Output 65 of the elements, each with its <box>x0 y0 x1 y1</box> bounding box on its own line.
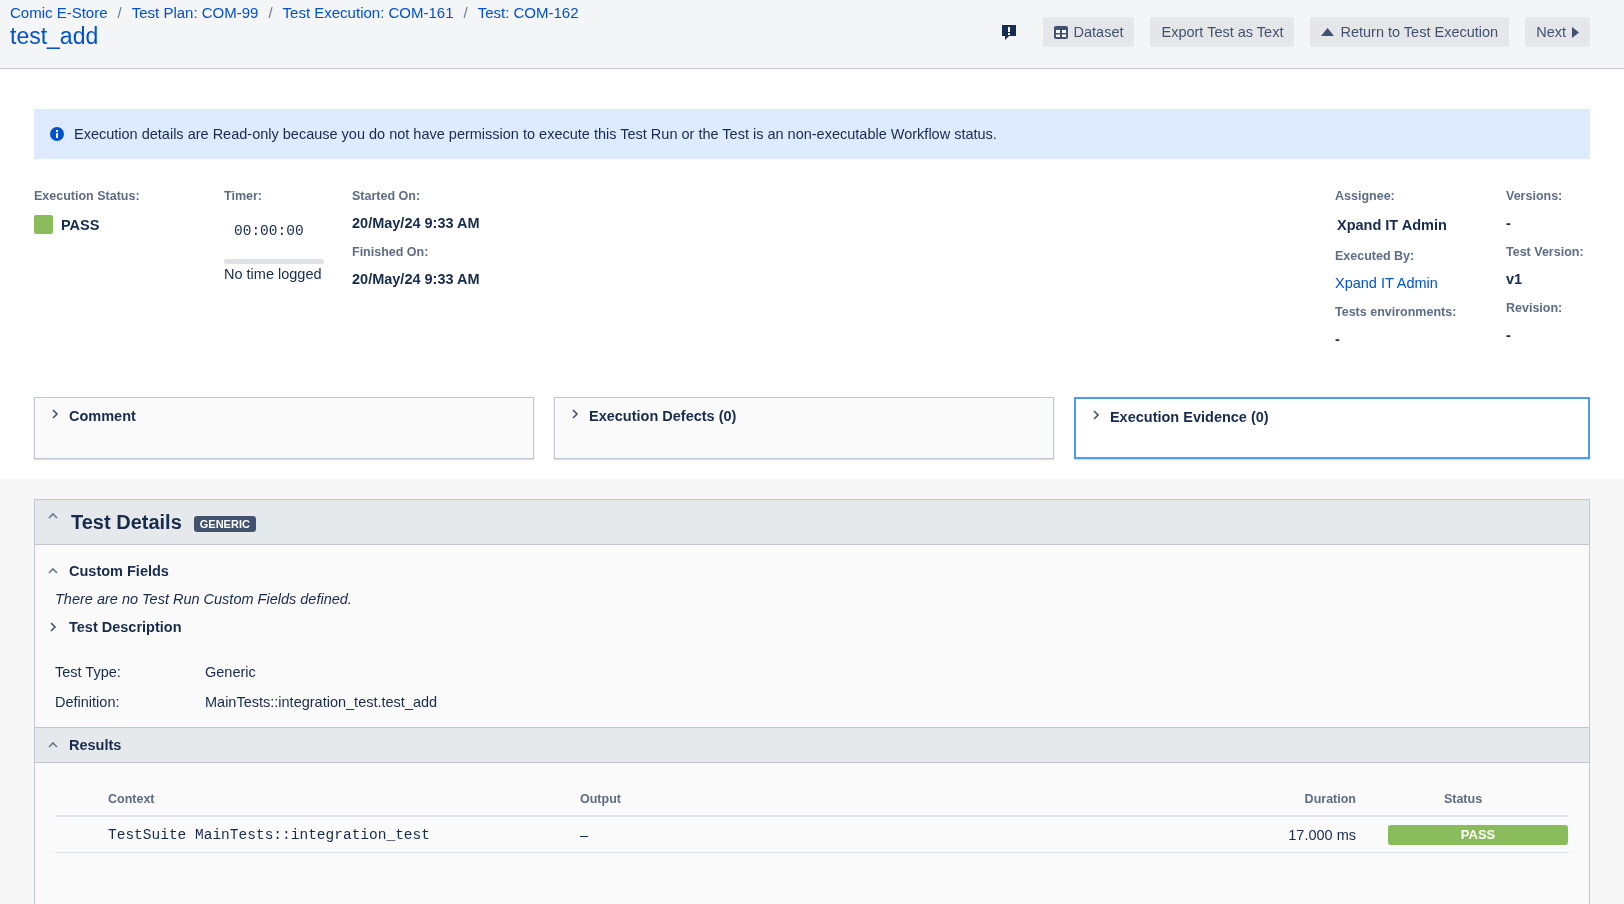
breadcrumb-separator: / <box>268 4 273 21</box>
page-title: test_add <box>10 23 100 50</box>
table-cell: 17.000 ms <box>875 816 1357 853</box>
field-label: Test Version: <box>1506 245 1585 259</box>
field-label: Test Type: <box>55 664 122 680</box>
section-title[interactable]: Custom Fields <box>69 563 169 579</box>
field-value: v1 <box>1506 271 1524 287</box>
field-label: Versions: <box>1506 189 1564 203</box>
table-icon <box>1053 25 1068 39</box>
collapsible-panel[interactable]: Execution Defects (0) <box>553 397 1054 459</box>
field-label: Assignee: <box>1335 189 1396 203</box>
chevron-icon <box>49 408 61 420</box>
field-label: Executed By: <box>1335 249 1416 263</box>
column-header: Duration <box>875 783 1357 816</box>
chevron-icon <box>47 621 59 633</box>
field-label: Finished On: <box>352 245 430 259</box>
breadcrumb-separator: / <box>117 4 122 21</box>
table-cell: TestSuite MainTests::integration_test <box>107 816 579 853</box>
field-label: Tests environments: <box>1335 305 1458 319</box>
panel-title: Comment <box>69 408 136 424</box>
breadcrumb-link[interactable]: Test Plan: COM-99 <box>131 4 259 21</box>
caret-right-icon <box>1572 26 1579 38</box>
section-title[interactable]: Results <box>69 737 122 753</box>
field-value: 20/May/24 9:33 AM <box>352 215 481 231</box>
collapsible-panel[interactable]: Execution Evidence (0) <box>1073 397 1590 459</box>
return-button[interactable]: Return to Test Execution <box>1310 17 1510 47</box>
field-value: Generic <box>205 664 257 680</box>
test-type-badge: GENERIC <box>193 516 256 532</box>
user-link[interactable]: Xpand IT Admin <box>1335 275 1506 291</box>
column-header: Context <box>107 783 579 816</box>
export-button[interactable]: Export Test as Text <box>1150 17 1295 47</box>
section-title[interactable]: Test Description <box>69 619 182 635</box>
timer-value: 00:00:00 <box>234 223 305 239</box>
panel-title: Execution Evidence (0) <box>1109 409 1269 425</box>
field-value: 20/May/24 9:33 AM <box>352 271 481 287</box>
column-header: Output <box>579 783 876 816</box>
field-value: - <box>1506 327 1512 343</box>
timer-note: No time logged <box>224 266 323 282</box>
status-pill: PASS <box>1388 824 1568 845</box>
next-button[interactable]: Next <box>1525 17 1590 47</box>
caret-up-icon <box>1321 28 1335 36</box>
field-label: Started On: <box>352 189 422 203</box>
field-value: MainTests::integration_test.test_add <box>205 694 439 710</box>
field-value: - <box>1506 215 1512 231</box>
banner-text: Execution details are Read-only because you do not have permission to execute this Test Run or the Test is an non-executable Workflow status. <box>74 126 997 142</box>
breadcrumb-separator: / <box>463 4 468 21</box>
breadcrumb-link[interactable]: Test: COM-162 <box>477 4 579 21</box>
field-label: Definition: <box>55 694 121 710</box>
field-value: - <box>1335 331 1341 347</box>
empty-message: There are no Test Run Custom Fields defined. <box>54 591 353 607</box>
table-cell: – <box>579 816 876 853</box>
section-title: Test Details <box>71 510 182 534</box>
feedback-icon <box>1000 23 1017 41</box>
field-label: Revision: <box>1506 301 1564 315</box>
collapsible-panel[interactable]: Comment <box>34 397 534 459</box>
status-value: PASS <box>61 216 100 233</box>
field-label: Execution Status: <box>34 189 141 203</box>
dataset-button[interactable]: Dataset <box>1042 17 1135 47</box>
field-label: Timer: <box>224 189 263 203</box>
panel-title: Execution Defects (0) <box>588 408 737 424</box>
field-value: Xpand IT Admin <box>1337 217 1448 233</box>
breadcrumb-link[interactable]: Test Execution: COM-161 <box>282 4 454 21</box>
info-icon <box>50 127 64 141</box>
column-header: Status <box>1357 783 1569 816</box>
breadcrumb-link[interactable]: Comic E-Store <box>10 4 108 21</box>
